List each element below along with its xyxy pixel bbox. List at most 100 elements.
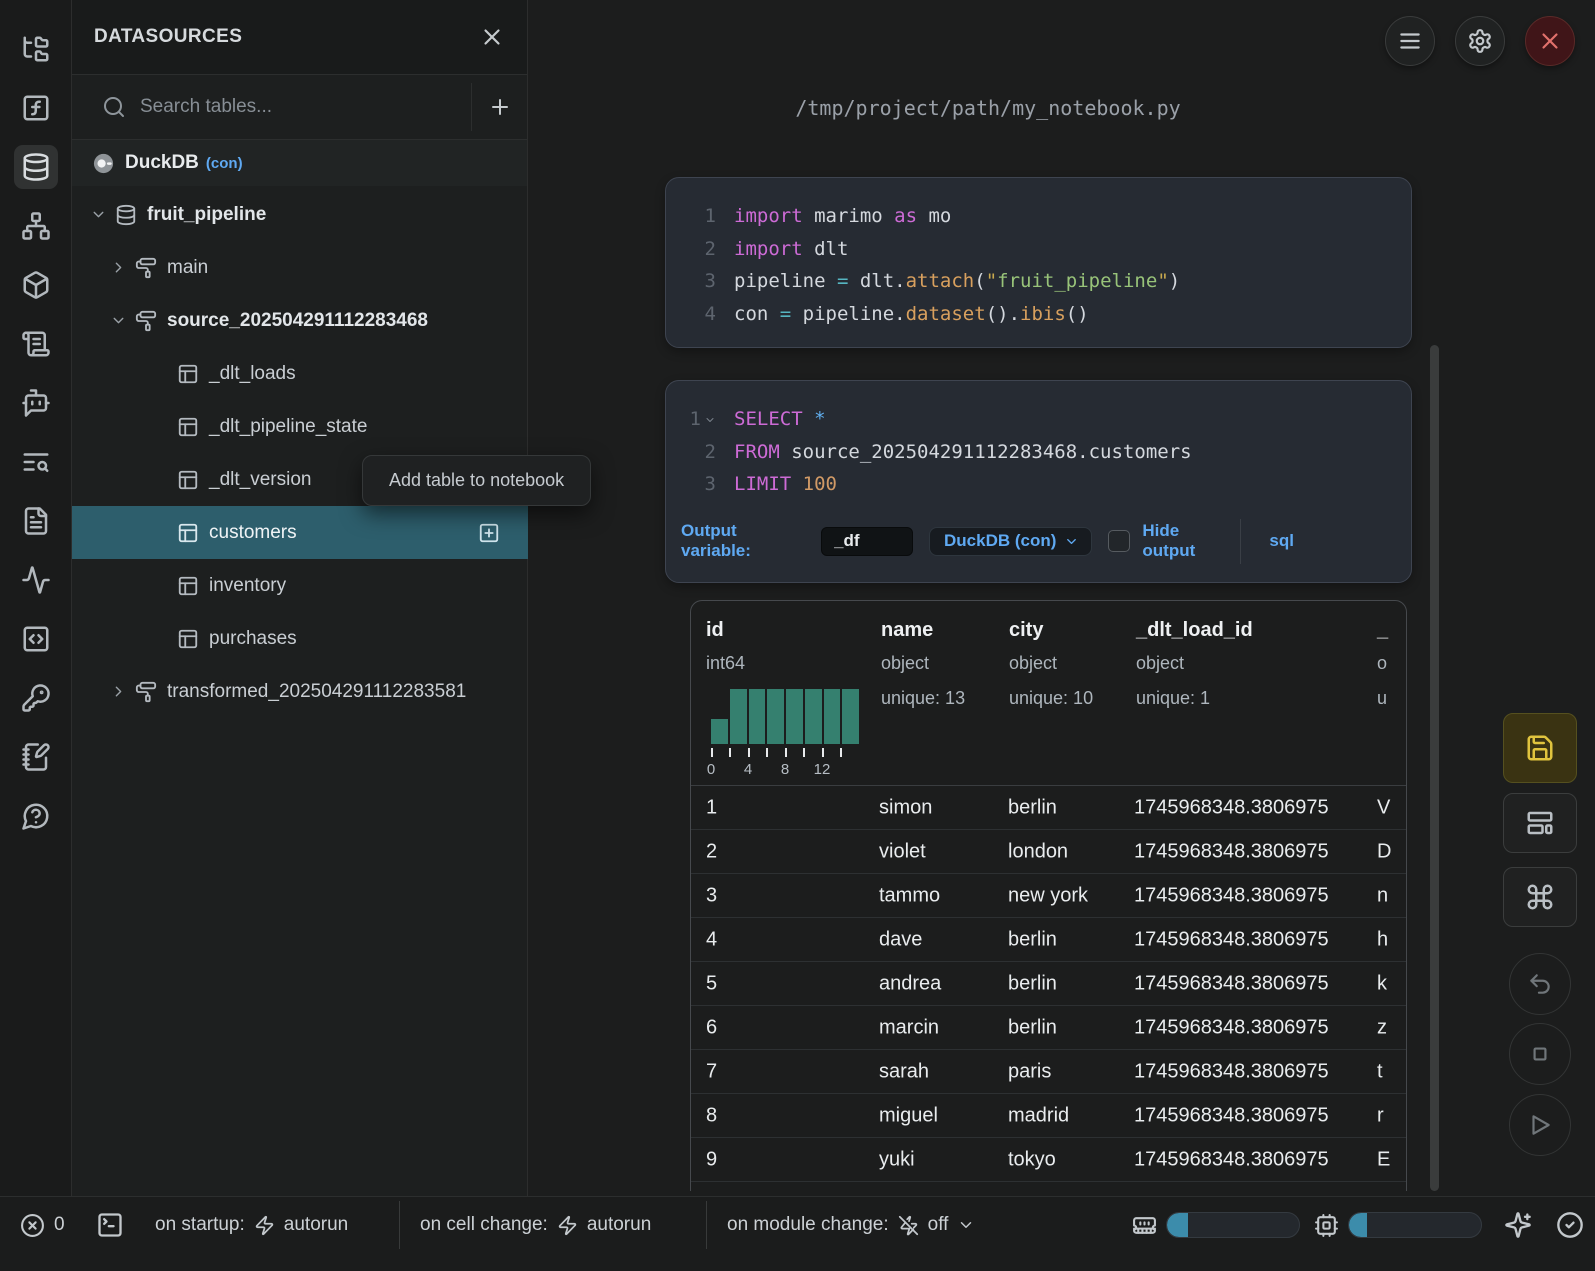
on-cell-change-label: on cell change: — [420, 1214, 548, 1236]
on-startup-value: autorun — [284, 1214, 348, 1236]
dataframe-preview: idint64nameobjectunique: 13cityobjectuni… — [690, 600, 1407, 1191]
panel-title: DATASOURCES — [94, 26, 242, 48]
add-datasource-button[interactable] — [472, 75, 527, 139]
rail-help-bubble-button[interactable] — [14, 794, 58, 838]
cpu-indicator — [1314, 1203, 1339, 1247]
table-icon — [177, 469, 199, 491]
on-module-change-setting[interactable]: on module change: off — [727, 1203, 975, 1247]
stop-button[interactable] — [1509, 1023, 1571, 1085]
rail-text-search-button[interactable] — [14, 440, 58, 484]
table-icon — [177, 575, 199, 597]
table-row: 9yukitokyo1745968348.3806975E — [691, 1138, 1406, 1182]
tree-item-transformed_202504291112283581[interactable]: transformed_202504291112283581 — [72, 665, 528, 718]
undo-button[interactable] — [1509, 953, 1571, 1015]
connection-status-button[interactable] — [1556, 1203, 1584, 1247]
key-icon — [21, 683, 51, 713]
output-variable-input[interactable] — [821, 527, 913, 556]
chevron-down-icon — [110, 312, 127, 329]
hamburger-icon — [1397, 28, 1423, 54]
circle-x-icon — [20, 1213, 45, 1238]
table-row: 1simonberlin1745968348.3806975V — [691, 786, 1406, 830]
tree-item-_dlt_loads[interactable]: _dlt_loads — [72, 347, 528, 400]
save-button[interactable] — [1503, 713, 1577, 783]
id-histogram: 04812 — [711, 689, 859, 777]
add-table-button[interactable] — [478, 522, 500, 544]
zap-icon — [254, 1215, 275, 1236]
language-toggle-sql[interactable]: sql — [1269, 531, 1294, 551]
table-row: 2violetlondon1745968348.3806975D — [691, 830, 1406, 874]
close-icon — [1537, 28, 1563, 54]
paint-roller-icon — [135, 257, 157, 279]
tree-item-main[interactable]: main — [72, 241, 528, 294]
shutdown-button[interactable] — [1525, 16, 1575, 66]
code-cell-python[interactable]: 1import marimo as mo2import dlt3pipeline… — [665, 177, 1412, 348]
tree-item-purchases[interactable]: purchases — [72, 612, 528, 665]
on-startup-setting[interactable]: on startup: autorun — [155, 1203, 348, 1247]
table-search-row — [72, 75, 527, 140]
chevron-right-icon — [110, 683, 127, 700]
divider — [399, 1201, 400, 1249]
table-row: 7sarahparis1745968348.3806975t — [691, 1050, 1406, 1094]
search-input[interactable] — [140, 96, 471, 118]
datasources-header: DATASOURCES — [72, 0, 527, 75]
settings-button[interactable] — [1455, 16, 1505, 66]
rail-notebook-pen-button[interactable] — [14, 735, 58, 779]
table-row: 3tammonew york1745968348.3806975n — [691, 874, 1406, 918]
output-variable-label: Output variable: — [681, 521, 776, 561]
help-bubble-icon — [21, 801, 51, 831]
errors-indicator[interactable]: 0 — [20, 1203, 65, 1247]
rail-key-button[interactable] — [14, 676, 58, 720]
terminal-button[interactable] — [96, 1203, 124, 1247]
rail-bot-message-button[interactable] — [14, 381, 58, 425]
table-icon — [177, 628, 199, 650]
table-row: 4daveberlin1745968348.3806975h — [691, 918, 1406, 962]
table-row: 5andreaberlin1745968348.3806975k — [691, 962, 1406, 1006]
rail-activity-button[interactable] — [14, 558, 58, 602]
run-button[interactable] — [1509, 1094, 1571, 1156]
engine-dropdown[interactable]: DuckDB (con) — [929, 527, 1092, 556]
rail-square-function-button[interactable] — [14, 86, 58, 130]
code-cell-sql[interactable]: 1SELECT *2FROM source_202504291112283468… — [665, 380, 1412, 583]
memory-icon — [1132, 1213, 1157, 1238]
zap-icon — [557, 1215, 578, 1236]
marimo-app: DATASOURCES DuckDB (con) fruit_pipelinem… — [0, 0, 1595, 1271]
paint-roller-icon — [135, 310, 157, 332]
chevron-down-icon — [1064, 534, 1079, 549]
connection-variable: (con) — [206, 155, 243, 172]
rail-box-button[interactable] — [14, 263, 58, 307]
tree-item-_dlt_pipeline_state[interactable]: _dlt_pipeline_state — [72, 400, 528, 453]
table-row: 8miguelmadrid1745968348.3806975r — [691, 1094, 1406, 1138]
rail-network-button[interactable] — [14, 204, 58, 248]
vertical-scrollbar[interactable] — [1430, 345, 1439, 1191]
menu-button[interactable] — [1385, 16, 1435, 66]
tree-item-customers[interactable]: customers — [72, 506, 528, 559]
ai-assist-button[interactable] — [1504, 1203, 1532, 1247]
tree-item-source_202504291112283468[interactable]: source_202504291112283468 — [72, 294, 528, 347]
cpu-icon — [1314, 1213, 1339, 1238]
rail-folder-tree-button[interactable] — [14, 27, 58, 71]
sparkles-icon — [1504, 1211, 1532, 1239]
rail-scroll-text-button[interactable] — [14, 322, 58, 366]
close-panel-icon[interactable] — [479, 24, 505, 50]
chevron-down-icon — [957, 1216, 975, 1234]
command-palette-button[interactable] — [1503, 867, 1577, 927]
rail-file-text-button[interactable] — [14, 499, 58, 543]
tree-item-fruit_pipeline[interactable]: fruit_pipeline — [72, 188, 528, 241]
memory-indicator — [1132, 1203, 1157, 1247]
check-circle-icon — [1556, 1211, 1584, 1239]
terminal-icon — [96, 1211, 124, 1239]
connection-name: DuckDB — [125, 152, 199, 174]
box-icon — [21, 270, 51, 300]
hide-output-checkbox[interactable] — [1108, 530, 1130, 552]
notebook-file-path: /tmp/project/path/my_notebook.py — [528, 96, 1448, 120]
search-icon — [102, 95, 126, 119]
rail-square-code-button[interactable] — [14, 617, 58, 661]
tree-item-inventory[interactable]: inventory — [72, 559, 528, 612]
on-cell-change-setting[interactable]: on cell change: autorun — [420, 1203, 651, 1247]
table-header: idint64nameobjectunique: 13cityobjectuni… — [691, 601, 1406, 786]
panels-button[interactable] — [1503, 793, 1577, 853]
python-code: 1import marimo as mo2import dlt3pipeline… — [666, 178, 1411, 330]
rail-database-button[interactable] — [14, 145, 58, 189]
activity-bar — [0, 0, 72, 1196]
connection-duckdb[interactable]: DuckDB (con) — [72, 140, 527, 186]
